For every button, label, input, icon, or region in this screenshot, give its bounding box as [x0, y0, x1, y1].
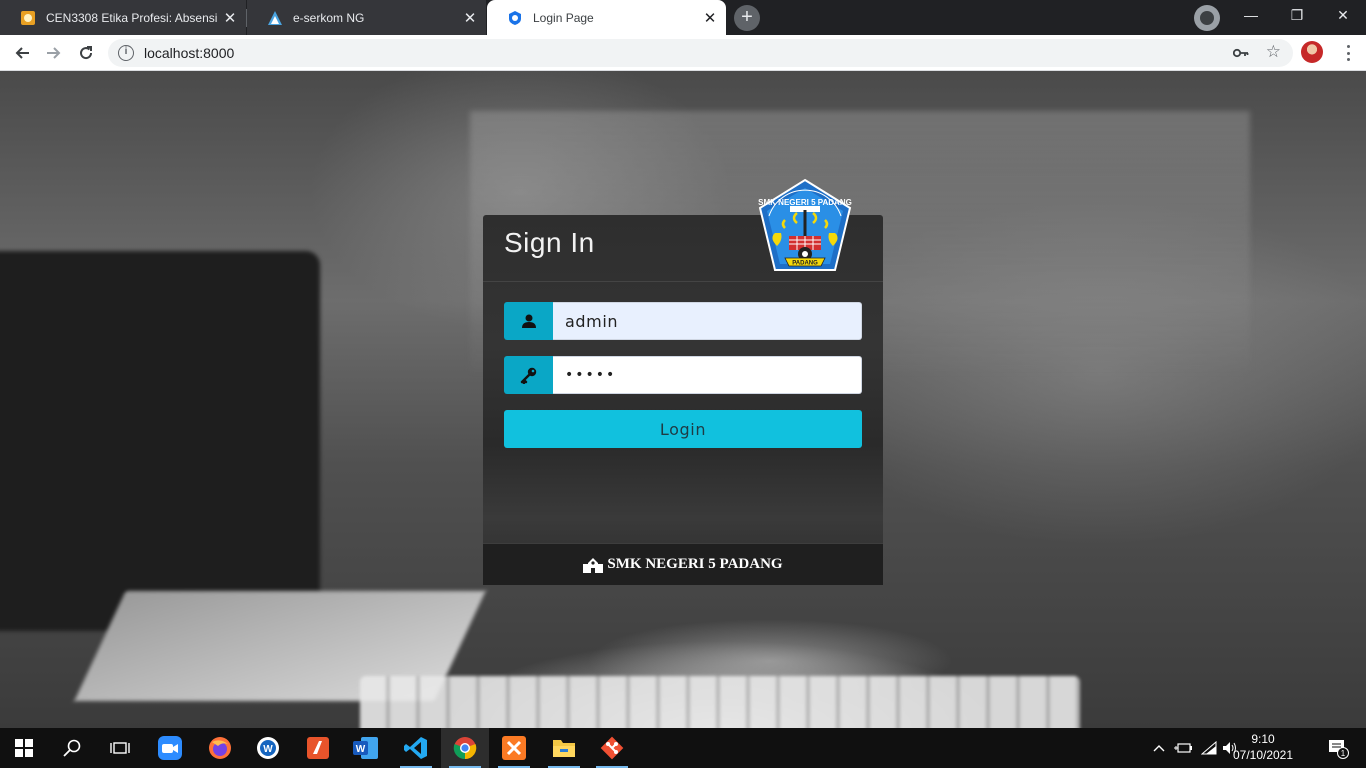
- minimize-button[interactable]: —: [1228, 0, 1274, 30]
- reload-icon: [80, 46, 93, 60]
- background-keyboard: [360, 676, 1080, 728]
- key-icon: [504, 356, 553, 394]
- wifi-icon[interactable]: [1198, 728, 1220, 768]
- password-field-group: •••••: [504, 356, 862, 394]
- tab-search-button[interactable]: [1194, 5, 1220, 31]
- notification-center-icon[interactable]: 1: [1318, 728, 1358, 768]
- menu-kebab-icon[interactable]: [1338, 43, 1358, 63]
- tab-title: e-serkom NG: [293, 10, 365, 25]
- svg-text:W: W: [263, 744, 273, 755]
- chrome-icon[interactable]: [441, 728, 489, 768]
- logo-text-bottom: PADANG: [792, 261, 818, 267]
- reload-button[interactable]: [72, 39, 100, 67]
- school-icon: [583, 557, 604, 573]
- school-logo: SMK NEGERI 5 PADANG PADANG: [758, 178, 852, 271]
- moodle-favicon-icon: [20, 10, 36, 26]
- git-icon[interactable]: [588, 728, 636, 768]
- close-window-button[interactable]: ✕: [1320, 0, 1366, 30]
- avatar[interactable]: [1301, 41, 1323, 63]
- wps-icon[interactable]: W: [244, 728, 292, 768]
- password-input[interactable]: •••••: [553, 356, 862, 394]
- clock-time: 9:10: [1251, 732, 1275, 746]
- restore-button[interactable]: ❐: [1274, 0, 1320, 30]
- system-clock[interactable]: 9:10 07/10/2021: [1232, 731, 1294, 763]
- logo-text-top: SMK NEGERI 5 PADANG: [758, 198, 852, 207]
- browser-tab-1[interactable]: CEN3308 Etika Profesi: Absensi T ✕: [0, 0, 246, 35]
- close-tab-icon[interactable]: ✕: [700, 9, 720, 27]
- browser-tab-strip: CEN3308 Etika Profesi: Absensi T ✕ e-ser…: [0, 0, 1366, 35]
- back-button[interactable]: [8, 39, 36, 67]
- chevron-up-icon[interactable]: [1150, 728, 1168, 768]
- xampp-icon[interactable]: [490, 728, 538, 768]
- star-icon[interactable]: ☆: [1266, 42, 1281, 62]
- foxit-icon[interactable]: [294, 728, 342, 768]
- url-text: localhost:8000: [144, 45, 235, 61]
- login-card: Sign In SMK NEGERI 5 PADANG PADANG admin…: [483, 178, 883, 585]
- vscode-icon[interactable]: [392, 728, 440, 768]
- chevron-down-icon: [1200, 11, 1214, 25]
- page-title: Sign In: [504, 227, 595, 258]
- svg-text:W: W: [356, 744, 366, 755]
- background-monitor: [0, 251, 320, 631]
- battery-icon[interactable]: [1172, 728, 1194, 768]
- browser-toolbar: i localhost:8000 ☆: [0, 35, 1366, 71]
- username-field-group: admin: [504, 302, 862, 340]
- card-footer: SMK NEGERI 5 PADANG: [483, 543, 883, 585]
- address-bar[interactable]: i localhost:8000 ☆: [108, 39, 1293, 67]
- notification-count: 1: [1341, 749, 1346, 758]
- task-view-icon[interactable]: [96, 728, 144, 768]
- browser-tab-2[interactable]: e-serkom NG ✕: [247, 0, 486, 35]
- info-icon[interactable]: i: [118, 45, 134, 61]
- zoom-icon[interactable]: [146, 728, 194, 768]
- arrow-left-icon: [15, 47, 29, 59]
- user-icon: [504, 302, 553, 340]
- page-viewport: Sign In SMK NEGERI 5 PADANG PADANG admin…: [0, 71, 1366, 728]
- tab-title: CEN3308 Etika Profesi: Absensi T: [46, 10, 220, 25]
- triangle-favicon-icon: [267, 10, 283, 26]
- taskbar: W W 9:10 07/10/2021 1: [0, 728, 1366, 768]
- new-tab-button[interactable]: +: [734, 5, 760, 31]
- shield-favicon-icon: [507, 10, 523, 26]
- file-explorer-icon[interactable]: [540, 728, 588, 768]
- search-icon[interactable]: [48, 728, 96, 768]
- close-tab-icon[interactable]: ✕: [460, 9, 480, 27]
- browser-tab-3[interactable]: Login Page ✕: [487, 0, 726, 35]
- clock-date: 07/10/2021: [1232, 748, 1294, 762]
- forward-button[interactable]: [40, 39, 68, 67]
- username-input[interactable]: admin: [553, 302, 862, 340]
- windows-start-icon[interactable]: [0, 728, 48, 768]
- firefox-icon[interactable]: [196, 728, 244, 768]
- footer-school-name: SMK NEGERI 5 PADANG: [607, 556, 783, 572]
- login-button[interactable]: Login: [504, 410, 862, 448]
- word-icon[interactable]: W: [342, 728, 390, 768]
- arrow-right-icon: [47, 47, 61, 59]
- tab-title: Login Page: [533, 10, 594, 25]
- close-tab-icon[interactable]: ✕: [220, 9, 240, 27]
- key-icon[interactable]: [1232, 45, 1249, 61]
